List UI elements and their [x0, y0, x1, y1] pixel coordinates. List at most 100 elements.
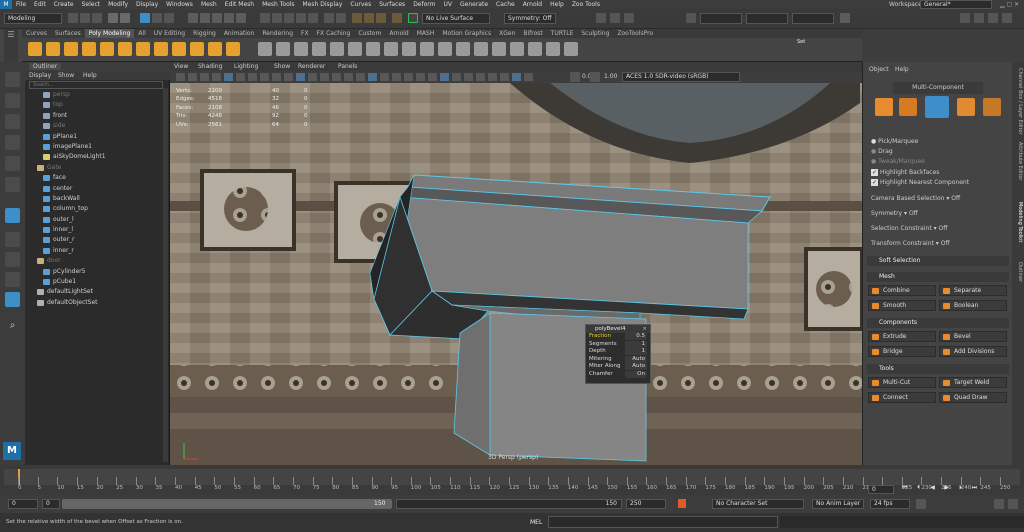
- add-divisions-button[interactable]: Add Divisions: [939, 346, 1007, 357]
- shelf-tool-icon[interactable]: [384, 42, 398, 56]
- menu-curves[interactable]: Curves: [346, 1, 375, 8]
- shelf-tool-icon[interactable]: [258, 42, 272, 56]
- bevel-attribute-value[interactable]: Auto: [625, 355, 647, 363]
- tweak-marquee-radio[interactable]: ● Tweak/Marquee: [871, 158, 925, 165]
- outliner-item[interactable]: persp: [29, 90, 163, 100]
- new-scene-icon[interactable]: [68, 13, 78, 23]
- pick-marquee-radio[interactable]: ● Pick/Marquee: [871, 138, 918, 145]
- outliner-item[interactable]: inner_r: [29, 246, 163, 256]
- viewport-tool-icon[interactable]: [176, 73, 185, 81]
- bevel-attribute-row[interactable]: Mitering Auto: [586, 355, 650, 364]
- outliner-item[interactable]: imagePlane1: [29, 142, 163, 152]
- viewport-menu-renderer[interactable]: Renderer: [298, 63, 325, 70]
- camera-based-selection[interactable]: Camera Based Selection ▾ Off: [871, 195, 960, 202]
- viewport-tool-icon[interactable]: [380, 73, 389, 81]
- shelf-tool-icon[interactable]: [82, 42, 96, 56]
- snap-plane-icon[interactable]: [296, 13, 306, 23]
- menu-create[interactable]: Create: [50, 1, 78, 8]
- shelf-tool-icon[interactable]: [330, 42, 344, 56]
- transform-constraint[interactable]: Transform Constraint ▾ Off: [871, 240, 950, 247]
- menu-select[interactable]: Select: [78, 1, 105, 8]
- shelf-tool-icon[interactable]: [172, 42, 186, 56]
- camera-based-icon[interactable]: [610, 13, 620, 23]
- color-space-dropdown[interactable]: ACES 1.0 SDR-video (sRGB): [622, 72, 740, 82]
- menu-generate[interactable]: Generate: [456, 1, 492, 8]
- save-scene-icon[interactable]: [92, 13, 102, 23]
- bevel-attribute-value[interactable]: 1: [625, 348, 647, 356]
- viewport-tool-icon[interactable]: [236, 73, 245, 81]
- viewport-tool-icon[interactable]: [440, 73, 449, 81]
- menu-help[interactable]: Help: [546, 1, 568, 8]
- menu-windows[interactable]: Windows: [162, 1, 197, 8]
- viewport-tool-icon[interactable]: [248, 73, 257, 81]
- bevel-attribute-value[interactable]: 0.5: [625, 333, 647, 340]
- viewport-tool-icon[interactable]: [392, 73, 401, 81]
- bevel-attribute-row[interactable]: Segments 1: [586, 340, 650, 349]
- outliner-menu-show[interactable]: Show: [58, 72, 74, 79]
- outliner-item[interactable]: pCylinder5: [29, 267, 163, 277]
- viewport-tool-icon[interactable]: [356, 73, 365, 81]
- outliner-menu-display[interactable]: Display: [29, 72, 51, 79]
- viewport-tool-icon[interactable]: [272, 73, 281, 81]
- outliner-item[interactable]: defaultObjectSet: [29, 298, 163, 308]
- ipr-render-icon[interactable]: [364, 13, 374, 23]
- shelf-menu-icon[interactable]: ☰: [4, 29, 18, 62]
- bevel-attribute-row[interactable]: Miter Along Auto: [586, 363, 650, 371]
- open-scene-icon[interactable]: [80, 13, 90, 23]
- outliner-item[interactable]: outer_l: [29, 215, 163, 225]
- shelf-tab-surfaces[interactable]: Surfaces: [51, 29, 85, 38]
- viewport-tool-icon[interactable]: [452, 73, 461, 81]
- scale-tool-icon[interactable]: [5, 177, 20, 192]
- exposure-icon[interactable]: [570, 72, 580, 82]
- outliner-item[interactable]: column_top: [29, 204, 163, 214]
- shelf-tab-all[interactable]: All: [134, 29, 149, 38]
- soft-selection-section[interactable]: Soft Selection: [867, 256, 1009, 266]
- auto-key-icon[interactable]: [678, 499, 686, 508]
- four-view-icon[interactable]: [5, 232, 20, 247]
- shelf-tool-icon[interactable]: [348, 42, 362, 56]
- shelf-tab-rendering[interactable]: Rendering: [258, 29, 297, 38]
- shelf-tab-mash[interactable]: MASH: [413, 29, 439, 38]
- mtk-menu-help[interactable]: Help: [895, 66, 909, 73]
- show-tool-settings-icon[interactable]: [988, 13, 998, 23]
- persp-outliner-icon[interactable]: [5, 252, 20, 267]
- menu-arnold[interactable]: Arnold: [519, 1, 546, 8]
- time-slider[interactable]: 0 5 10 15 20 25 30 35 40 45 50 55 60 65 70 75 80 85 90 95 10…: [0, 465, 1024, 495]
- boolean-button[interactable]: Boolean: [939, 300, 1007, 311]
- outliner-item[interactable]: aiSkyDomeLight1: [29, 152, 163, 162]
- shelf-tab-zootoolspro[interactable]: ZooToolsPro: [613, 29, 657, 38]
- outliner-item[interactable]: face: [29, 173, 163, 183]
- shelf-tab-custom[interactable]: Custom: [354, 29, 385, 38]
- shelf-tool-icon[interactable]: [46, 42, 60, 56]
- viewport-tool-icon[interactable]: [476, 73, 485, 81]
- menu-mesh-display[interactable]: Mesh Display: [299, 1, 347, 8]
- bevel-close-icon[interactable]: ×: [642, 325, 647, 333]
- shelf-tool-icon[interactable]: [226, 42, 240, 56]
- outliner-tab[interactable]: Outliner: [1013, 262, 1023, 282]
- shelf-tool-icon[interactable]: [100, 42, 114, 56]
- range-inner-end-field[interactable]: 150: [396, 499, 622, 509]
- shelf-tool-icon[interactable]: [190, 42, 204, 56]
- step-back-icon[interactable]: ⏴: [914, 483, 923, 492]
- highlight-nearest-checkbox[interactable]: ✓ Highlight Nearest Component: [871, 179, 969, 186]
- outliner-item[interactable]: top: [29, 100, 163, 110]
- face-mask-icon[interactable]: [212, 13, 222, 23]
- live-surface-dropdown[interactable]: No Live Surface: [422, 13, 490, 24]
- shelf-tab-uv-editing[interactable]: UV Editing: [150, 29, 189, 38]
- shelf-tab-arnold[interactable]: Arnold: [385, 29, 412, 38]
- separate-button[interactable]: Separate: [939, 285, 1007, 296]
- x-field[interactable]: [700, 13, 742, 24]
- shelf-tab-fx[interactable]: FX: [297, 29, 313, 38]
- outliner-item[interactable]: inner_l: [29, 225, 163, 235]
- mel-label[interactable]: MEL: [530, 519, 542, 526]
- shelf-tab-sculpting[interactable]: Sculpting: [577, 29, 613, 38]
- mesh-section[interactable]: Mesh: [867, 272, 1009, 282]
- menu-file[interactable]: File: [12, 1, 30, 8]
- select-object-icon[interactable]: [152, 13, 162, 23]
- modeling-toolkit-tab[interactable]: Modeling Toolkit: [1013, 202, 1023, 242]
- shelf-tab-bifrost[interactable]: Bifrost: [519, 29, 546, 38]
- outliner-item[interactable]: pPlane1: [29, 132, 163, 142]
- menu-modify[interactable]: Modify: [104, 1, 132, 8]
- uv-mask-icon[interactable]: [224, 13, 234, 23]
- shelf-tool-icon[interactable]: [528, 42, 542, 56]
